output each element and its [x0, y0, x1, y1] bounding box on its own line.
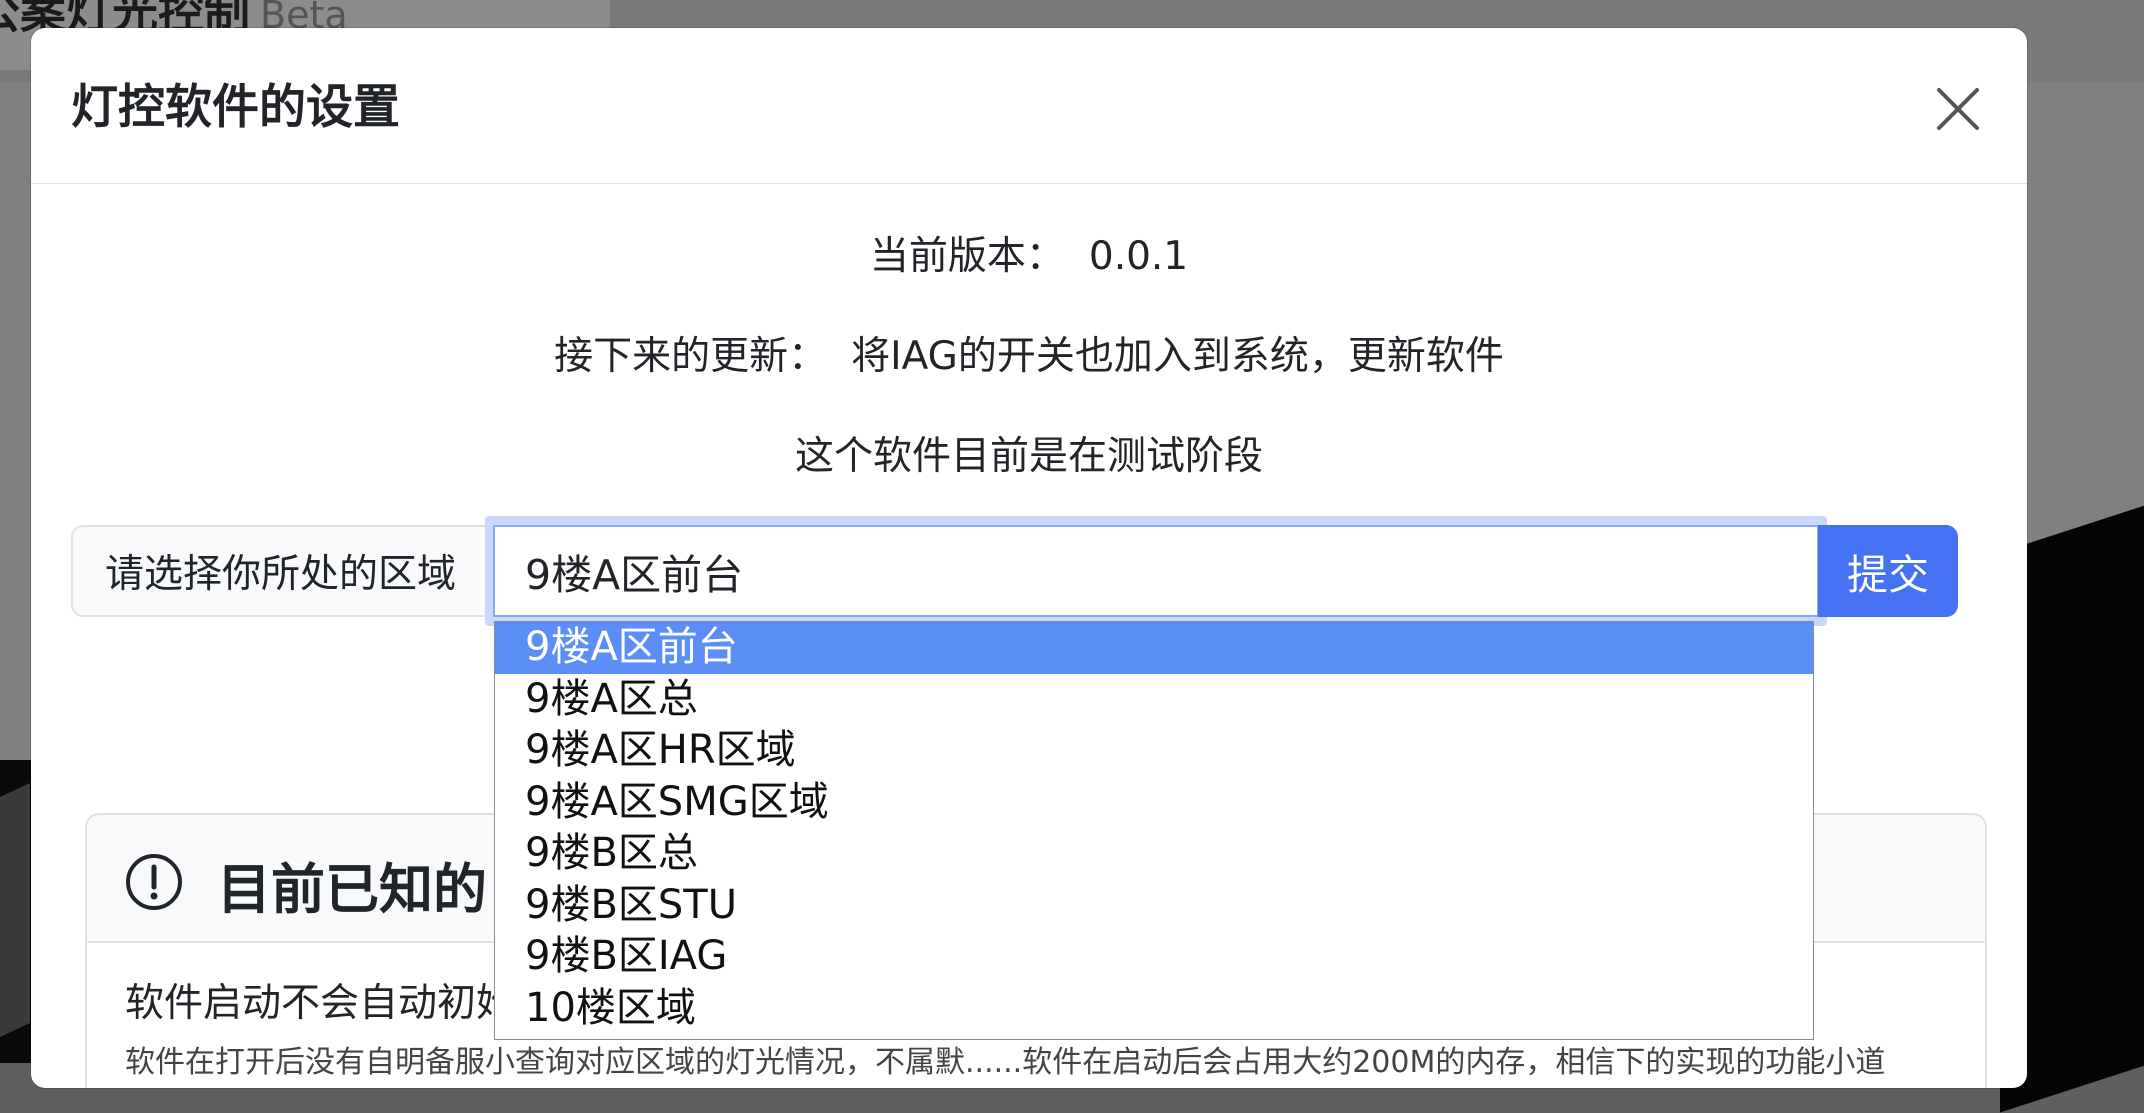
region-option[interactable]: 9楼B区STU — [495, 880, 1813, 932]
region-option[interactable]: 9楼A区前台 — [495, 622, 1813, 674]
submit-button[interactable]: 提交 — [1818, 525, 1958, 617]
region-option[interactable]: 9楼B区总 — [495, 828, 1813, 880]
modal-title: 灯控软件的设置 — [71, 80, 400, 135]
region-option[interactable]: 9楼B区IAG — [495, 931, 1813, 983]
close-icon — [1937, 88, 1979, 130]
region-option[interactable]: 10楼区域 — [495, 983, 1813, 1035]
version-label: 当前版本： — [869, 234, 1065, 279]
modal-header: 灯控软件的设置 — [31, 28, 2027, 184]
region-label-text: 请选择你所处的区域 — [105, 552, 457, 597]
region-option[interactable]: 9楼A区总 — [495, 674, 1813, 726]
region-option[interactable]: 9楼A区HR区域 — [495, 725, 1813, 777]
region-option[interactable]: 9楼A区SMG区域 — [495, 777, 1813, 829]
next-update-label: 接下来的更新： — [554, 334, 828, 379]
next-update-value: 将IAG的开关也加入到系统，更新软件 — [851, 334, 1504, 379]
region-select-value: 9楼A区前台 — [525, 551, 744, 599]
test-stage-note: 这个软件目前是在测试阶段 — [794, 434, 1263, 479]
next-update-line: 接下来的更新： 将IAG的开关也加入到系统，更新软件 — [31, 334, 2027, 381]
close-button[interactable] — [1933, 84, 1983, 134]
region-select[interactable]: 9楼A区前台 — [493, 525, 1819, 617]
known-issues-line-2: 软件在打开后没有自明备服小查询对应区域的灯光情况，不属默......软件在启动后… — [125, 1045, 1886, 1080]
region-dropdown-list: 9楼A区前台 9楼A区总 9楼A区HR区域 9楼A区SMG区域 9楼B区总 9楼B区STU… — [494, 621, 1814, 1040]
version-value: 0.0.1 — [1088, 234, 1189, 279]
known-issues-title: 目前已知的 — [217, 858, 487, 921]
exclamation-circle-icon — [125, 853, 183, 911]
known-issues-line-1: 软件启动不会自动初始 — [125, 981, 516, 1026]
version-line: 当前版本： 0.0.1 — [31, 234, 2027, 281]
region-label: 请选择你所处的区域 — [71, 525, 523, 617]
background-decor-left-2 — [0, 783, 30, 1037]
